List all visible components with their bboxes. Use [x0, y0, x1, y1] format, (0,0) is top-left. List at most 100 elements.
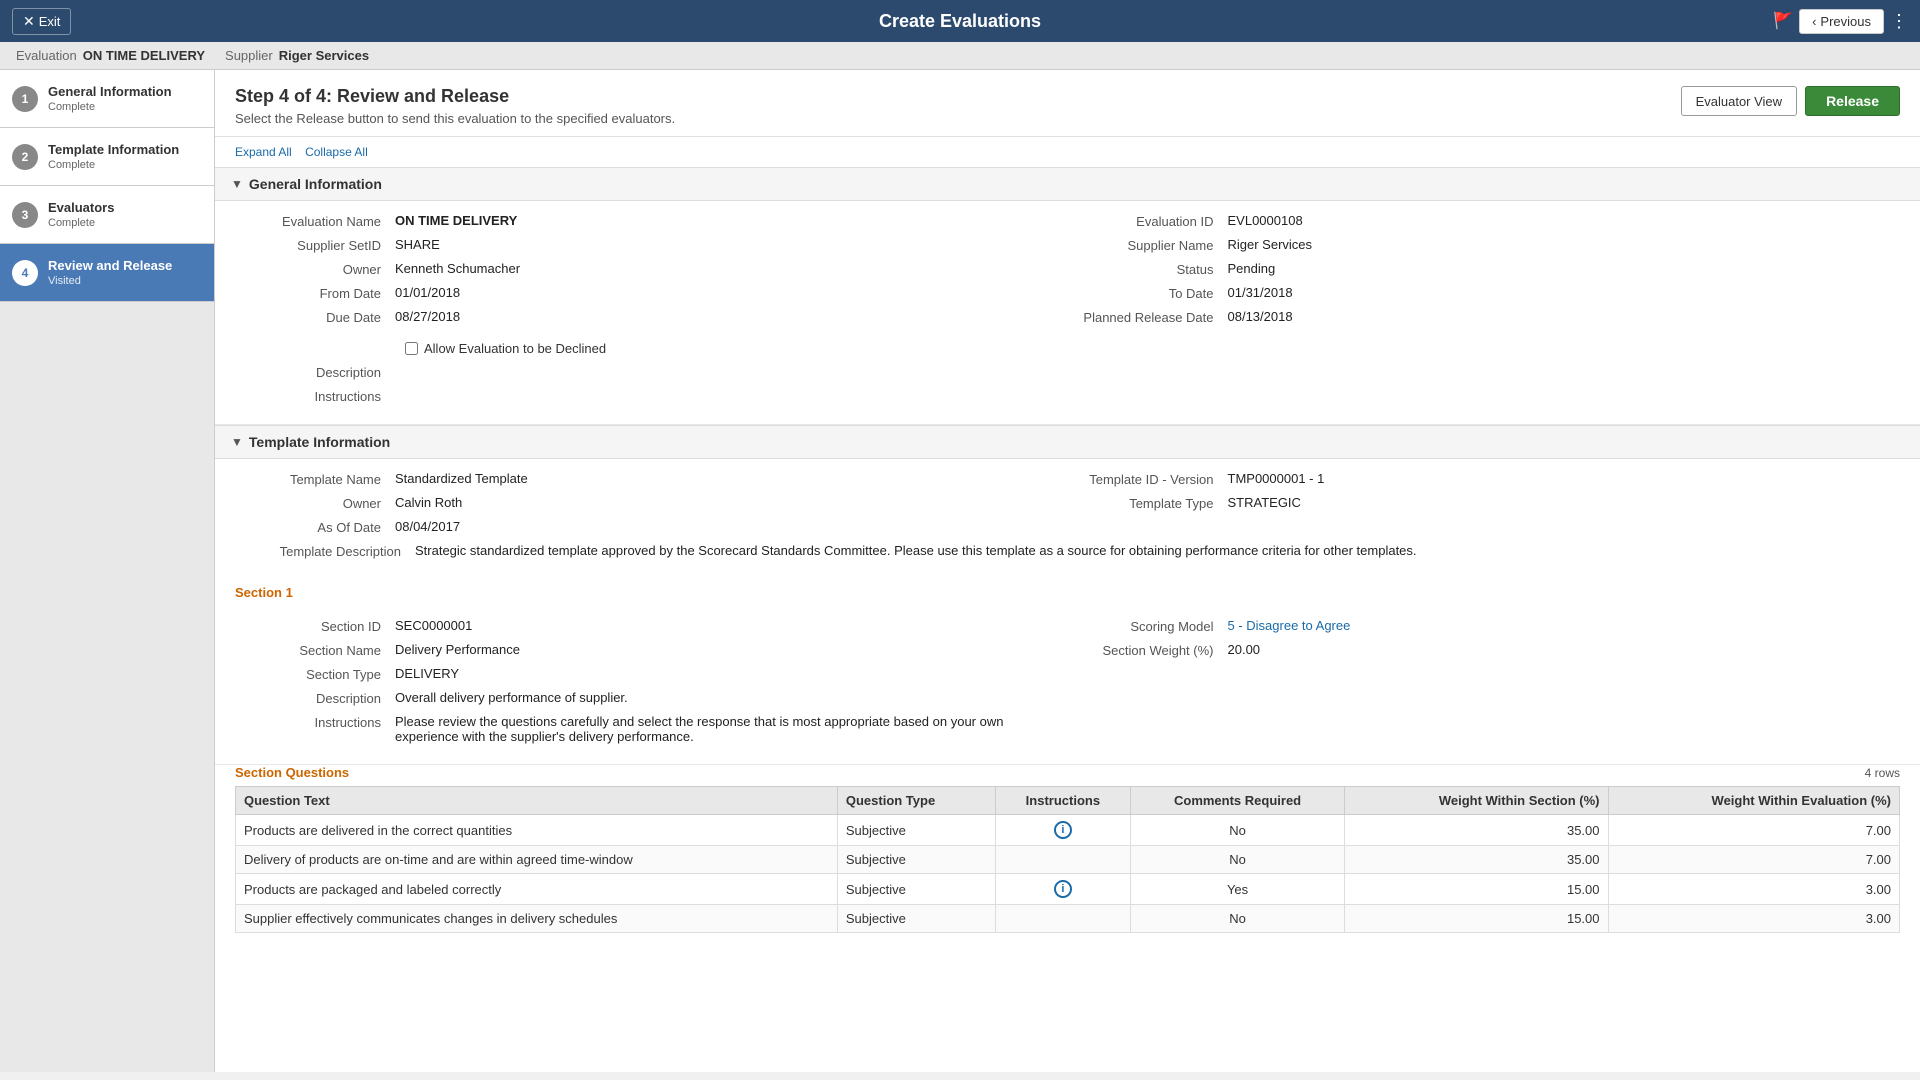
- template-info-row1: Template Name Standardized Template Owne…: [235, 471, 1900, 543]
- status-value: Pending: [1228, 261, 1901, 276]
- planned-release-label: Planned Release Date: [1068, 309, 1228, 325]
- more-options-button[interactable]: ⋮: [1890, 11, 1908, 32]
- sidebar-item-template[interactable]: 2 Template Information Complete: [0, 128, 214, 186]
- sub-header: Evaluation ON TIME DELIVERY Supplier Rig…: [0, 42, 1920, 70]
- supplier-setid-value: SHARE: [395, 237, 1068, 252]
- due-date-value: 08/27/2018: [395, 309, 1068, 324]
- template-id-value: TMP0000001 - 1: [1228, 471, 1901, 486]
- evaluator-view-button[interactable]: Evaluator View: [1681, 86, 1797, 116]
- expand-all-link[interactable]: Expand All: [235, 145, 292, 159]
- general-info-form: Evaluation Name ON TIME DELIVERY Supplie…: [215, 201, 1920, 425]
- weight-section-cell: 35.00: [1344, 815, 1608, 846]
- general-info-col-right: Evaluation ID EVL0000108 Supplier Name R…: [1068, 213, 1901, 333]
- comments-required-cell: No: [1131, 815, 1345, 846]
- instructions-cell: [995, 905, 1131, 933]
- supplier-name-value: Riger Services: [1228, 237, 1901, 252]
- description-label: Description: [235, 364, 395, 380]
- weight-section-cell: 15.00: [1344, 905, 1608, 933]
- step-num-2: 2: [12, 144, 38, 170]
- content-header-left: Step 4 of 4: Review and Release Select t…: [235, 86, 675, 126]
- previous-button[interactable]: ‹ Previous: [1799, 9, 1884, 34]
- owner-row: Owner Kenneth Schumacher: [235, 261, 1068, 277]
- col-instructions: Instructions: [995, 787, 1131, 815]
- instructions-cell: i: [995, 874, 1131, 905]
- collapse-all-link[interactable]: Collapse All: [305, 145, 368, 159]
- template-id-row: Template ID - Version TMP0000001 - 1: [1068, 471, 1901, 487]
- section1-header: Section 1: [215, 575, 1920, 606]
- owner-value: Kenneth Schumacher: [395, 261, 1068, 276]
- template-info-title: Template Information: [249, 434, 390, 450]
- template-name-value: Standardized Template: [395, 471, 1068, 486]
- step-title-2: Template Information: [48, 142, 179, 157]
- question-text-cell: Supplier effectively communicates change…: [236, 905, 838, 933]
- section-name-value: Delivery Performance: [395, 642, 1068, 657]
- general-info-col-left: Evaluation Name ON TIME DELIVERY Supplie…: [235, 213, 1068, 333]
- evaluation-id-value: EVL0000108: [1228, 213, 1901, 228]
- owner-label: Owner: [235, 261, 395, 277]
- template-asofdate-row: As Of Date 08/04/2017: [235, 519, 1068, 535]
- sidebar-item-review[interactable]: 4 Review and Release Visited: [0, 244, 214, 302]
- evaluation-id-label: Evaluation ID: [1068, 213, 1228, 229]
- question-type-cell: Subjective: [837, 874, 995, 905]
- col-question-text: Question Text: [236, 787, 838, 815]
- scoring-model-value[interactable]: 5 - Disagree to Agree: [1228, 618, 1901, 633]
- template-info-col-right: Template ID - Version TMP0000001 - 1 Tem…: [1068, 471, 1901, 543]
- scoring-model-row: Scoring Model 5 - Disagree to Agree: [1068, 618, 1901, 634]
- info-icon[interactable]: i: [1054, 880, 1072, 898]
- exit-button[interactable]: ✕ Exit: [12, 8, 71, 35]
- evaluation-name-value: ON TIME DELIVERY: [395, 213, 1068, 228]
- allow-decline-row: Allow Evaluation to be Declined: [405, 341, 1900, 356]
- questions-table-header: Question Text Question Type Instructions…: [236, 787, 1900, 815]
- allow-decline-label: Allow Evaluation to be Declined: [424, 341, 606, 356]
- due-date-label: Due Date: [235, 309, 395, 325]
- step-subtitle-4: Visited: [48, 275, 172, 287]
- template-asofdate-value: 08/04/2017: [395, 519, 1068, 534]
- question-text-cell: Products are packaged and labeled correc…: [236, 874, 838, 905]
- template-type-label: Template Type: [1068, 495, 1228, 511]
- section-desc-value: Overall delivery performance of supplier…: [395, 690, 1068, 705]
- template-info-section-header[interactable]: ▼ Template Information: [215, 425, 1920, 459]
- template-name-row: Template Name Standardized Template: [235, 471, 1068, 487]
- section-name-row: Section Name Delivery Performance: [235, 642, 1068, 658]
- table-row: Supplier effectively communicates change…: [236, 905, 1900, 933]
- questions-header: Section Questions 4 rows: [235, 765, 1900, 780]
- section-id-label: Section ID: [235, 618, 395, 634]
- supplier-setid-row: Supplier SetID SHARE: [235, 237, 1068, 253]
- info-icon[interactable]: i: [1054, 821, 1072, 839]
- general-info-row1: Evaluation Name ON TIME DELIVERY Supplie…: [235, 213, 1900, 333]
- step-subtitle-3: Complete: [48, 217, 114, 229]
- to-date-value: 01/31/2018: [1228, 285, 1901, 300]
- instructions-label: Instructions: [235, 388, 395, 404]
- section-weight-value: 20.00: [1228, 642, 1901, 657]
- content-header-right: Evaluator View Release: [1681, 86, 1900, 116]
- col-weight-evaluation: Weight Within Evaluation (%): [1608, 787, 1899, 815]
- section-instructions-value: Please review the questions carefully an…: [395, 714, 1068, 744]
- comments-required-cell: Yes: [1131, 874, 1345, 905]
- from-date-row: From Date 01/01/2018: [235, 285, 1068, 301]
- top-bar: ✕ Exit Create Evaluations 🚩 ‹ Previous ⋮: [0, 0, 1920, 42]
- col-comments-required: Comments Required: [1131, 787, 1345, 815]
- step-info-4: Review and Release Visited: [48, 258, 172, 287]
- questions-table: Question Text Question Type Instructions…: [235, 786, 1900, 933]
- sidebar-item-evaluators[interactable]: 3 Evaluators Complete: [0, 186, 214, 244]
- exit-label: Exit: [39, 14, 61, 29]
- section1-row1: Section ID SEC0000001 Section Name Deliv…: [235, 618, 1900, 752]
- sidebar-item-general[interactable]: 1 General Information Complete: [0, 70, 214, 128]
- evaluation-name-row: Evaluation Name ON TIME DELIVERY: [235, 213, 1068, 229]
- step-info-2: Template Information Complete: [48, 142, 179, 171]
- evaluation-value: ON TIME DELIVERY: [83, 48, 205, 63]
- col-weight-section: Weight Within Section (%): [1344, 787, 1608, 815]
- flag-icon: 🚩: [1773, 11, 1793, 31]
- general-info-section-header[interactable]: ▼ General Information: [215, 167, 1920, 201]
- close-icon: ✕: [23, 13, 35, 30]
- step-subtitle-2: Complete: [48, 159, 179, 171]
- section-type-row: Section Type DELIVERY: [235, 666, 1068, 682]
- release-button[interactable]: Release: [1805, 86, 1900, 116]
- question-type-cell: Subjective: [837, 846, 995, 874]
- step-title-4: Review and Release: [48, 258, 172, 273]
- template-name-label: Template Name: [235, 471, 395, 487]
- section-id-value: SEC0000001: [395, 618, 1068, 633]
- comments-required-cell: No: [1131, 905, 1345, 933]
- allow-decline-checkbox[interactable]: [405, 342, 418, 355]
- weight-evaluation-cell: 3.00: [1608, 905, 1899, 933]
